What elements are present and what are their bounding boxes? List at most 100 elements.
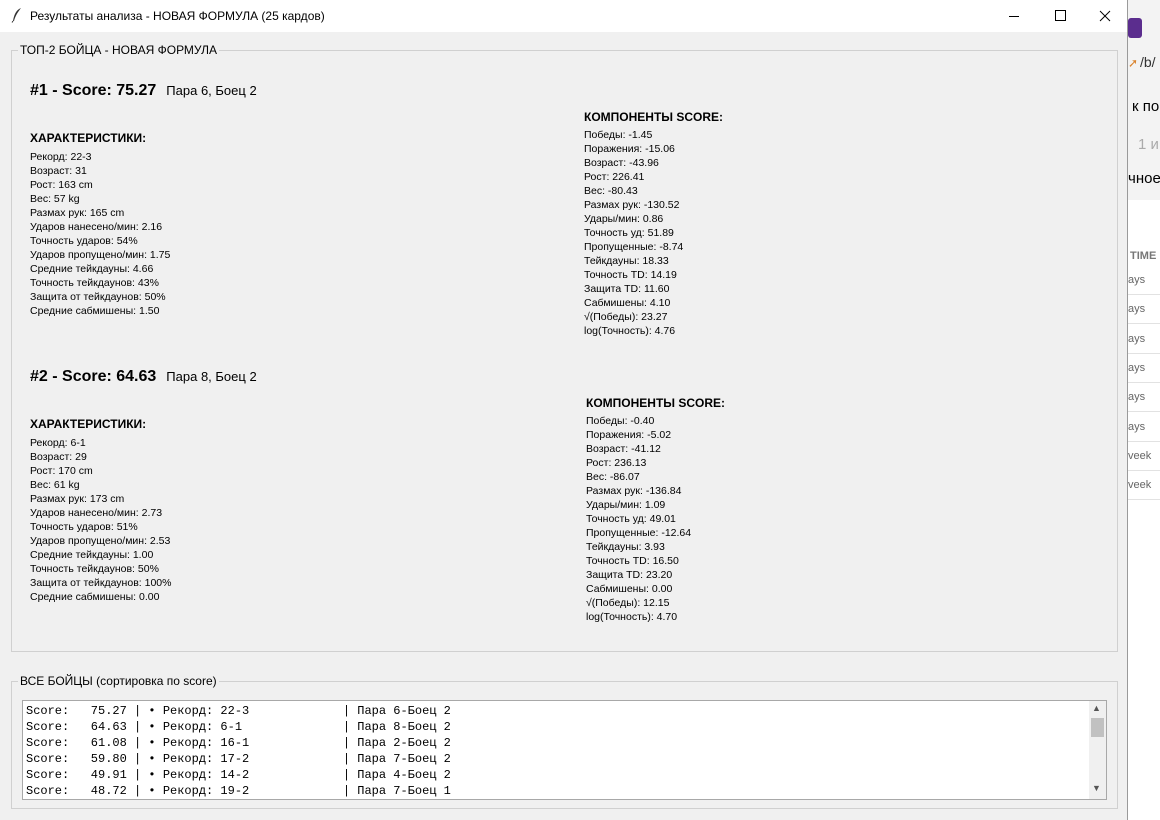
score-component-item: Защита TD: 11.60 — [584, 283, 670, 295]
fighter-1-components-list: Победы: -1.45 Поражения: -15.06 Возраст: -… — [584, 128, 683, 338]
background-table-cell: ays — [1128, 325, 1160, 354]
stat-item: Средние сабмишены: 1.50 — [30, 305, 160, 317]
scroll-down-icon[interactable]: ▼ — [1092, 783, 1101, 793]
stat-item: Точность тейкдаунов: 43% — [30, 277, 159, 289]
score-component-item: Вес: -80.43 — [584, 185, 638, 197]
stat-item: Рост: 170 cm — [30, 465, 93, 477]
extension-icon[interactable] — [1128, 18, 1142, 38]
stat-item: Вес: 61 kg — [30, 479, 80, 491]
score-component-item: Размах рук: -136.84 — [586, 485, 682, 497]
background-table-cell: ays — [1128, 266, 1160, 295]
fighter-row: Score: 75.27 | • Рекорд: 22-3 | Пара 6-Б… — [26, 704, 451, 718]
background-column-header: TIME — [1130, 250, 1157, 262]
score-component-item: Вес: -86.07 — [586, 471, 640, 483]
score-component-item: Пропущенные: -8.74 — [584, 241, 684, 253]
stat-item: Возраст: 29 — [30, 451, 87, 463]
fighter-2-components-list: Победы: -0.40 Поражения: -5.02 Возраст: -4… — [586, 414, 691, 624]
background-table-cell: ays — [1128, 354, 1160, 383]
score-component-item: Победы: -0.40 — [586, 415, 655, 427]
fighter-row: Score: 64.63 | • Рекорд: 6-1 | Пара 8-Бо… — [26, 720, 451, 734]
background-table-cell: ays — [1128, 295, 1160, 325]
stat-item: Средние тейкдауны: 1.00 — [30, 549, 154, 561]
all-fighters-textbox[interactable]: Score: 75.27 | • Рекорд: 22-3 | Пара 6-Б… — [22, 700, 1107, 800]
feather-icon — [11, 8, 21, 23]
arrow-icon: ➚ — [1128, 56, 1139, 70]
fighter-row: Score: 61.08 | • Рекорд: 16-1 | Пара 2-Б… — [26, 736, 451, 750]
vertical-scrollbar[interactable]: ▲ ▼ — [1089, 701, 1106, 799]
score-component-item: Поражения: -5.02 — [586, 429, 672, 441]
score-component-item: Сабмишены: 4.10 — [584, 297, 671, 309]
maximize-icon — [1055, 10, 1066, 21]
score-component-item: Точность TD: 16.50 — [586, 555, 679, 567]
fighter-1-stats-header: ХАРАКТЕРИСТИКИ: — [30, 131, 147, 145]
stat-item: Защита от тейкдаунов: 50% — [30, 291, 166, 303]
stat-item: Ударов пропущено/мин: 2.53 — [30, 535, 171, 547]
fighter-2-heading: #2 - Score: 64.63 Пара 8, Боец 2 — [30, 368, 257, 386]
score-component-item: Победы: -1.45 — [584, 129, 653, 141]
score-component-item: Тейкдауны: 18.33 — [584, 255, 669, 267]
fighter-1-stats-list: Рекорд: 22-3 Возраст: 31 Рост: 163 cm Вес: … — [30, 150, 170, 318]
stat-item: Точность ударов: 54% — [30, 235, 138, 247]
close-icon — [1099, 10, 1111, 22]
score-component-item: Удары/мин: 1.09 — [586, 499, 666, 511]
score-component-item: Возраст: -43.96 — [584, 157, 659, 169]
close-button[interactable] — [1082, 0, 1128, 32]
background-table-cell: veek — [1128, 471, 1160, 501]
minimize-icon — [1009, 16, 1019, 17]
scroll-up-icon[interactable]: ▲ — [1092, 703, 1101, 713]
score-component-item: Точность уд: 51.89 — [584, 227, 674, 239]
fighter-2-subtitle: Пара 8, Боец 2 — [166, 369, 257, 384]
fighter-2-title: #2 - Score: 64.63 — [30, 368, 157, 385]
score-component-item: Пропущенные: -12.64 — [586, 527, 692, 539]
score-component-item: Тейкдауны: 3.93 — [586, 541, 665, 553]
background-table-cell: ays — [1128, 413, 1160, 442]
title-bar: Результаты анализа - НОВАЯ ФОРМУЛА (25 к… — [0, 0, 1127, 32]
stat-item: Защита от тейкдаунов: 100% — [30, 577, 172, 589]
score-component-item: √(Победы): 12.15 — [586, 597, 670, 609]
results-window: Результаты анализа - НОВАЯ ФОРМУЛА (25 к… — [0, 0, 1128, 820]
fighter-2-components-header: КОМПОНЕНТЫ SCORE: — [586, 396, 726, 410]
window-title: Результаты анализа - НОВАЯ ФОРМУЛА (25 к… — [30, 9, 325, 23]
all-fighters-rows: Score: 75.27 | • Рекорд: 22-3 | Пара 6-Б… — [26, 703, 451, 799]
stat-item: Вес: 57 kg — [30, 193, 80, 205]
top-fighters-group: ТОП-2 БОЙЦА - НОВАЯ ФОРМУЛА #1 - Score: … — [11, 43, 1118, 652]
score-component-item: Рост: 226.41 — [584, 171, 645, 183]
score-component-item: log(Точность): 4.76 — [584, 325, 676, 337]
score-component-item: √(Победы): 23.27 — [584, 311, 668, 323]
fighter-row: Score: 49.91 | • Рекорд: 14-2 | Пара 4-Б… — [26, 768, 451, 782]
score-component-item: Поражения: -15.06 — [584, 143, 675, 155]
maximize-button[interactable] — [1037, 0, 1083, 32]
scroll-thumb[interactable] — [1091, 718, 1104, 737]
score-component-item: Размах рук: -130.52 — [584, 199, 680, 211]
top-fighters-legend: ТОП-2 БОЙЦА - НОВАЯ ФОРМУЛА — [18, 43, 220, 57]
fighter-2-stats-list: Рекорд: 6-1 Возраст: 29 Рост: 170 cm Вес: 6… — [30, 436, 171, 604]
background-window: ➚ /b/ к по с 1 и чное TIME aysaysaysaysa… — [1128, 0, 1160, 820]
score-component-item: Точность TD: 14.19 — [584, 269, 677, 281]
score-component-item: Сабмишены: 0.00 — [586, 583, 673, 595]
minimize-button[interactable] — [991, 0, 1037, 32]
stat-item: Размах рук: 173 cm — [30, 493, 125, 505]
stat-item: Точность ударов: 51% — [30, 521, 138, 533]
all-fighters-legend: ВСЕ БОЙЦЫ (сортировка по score) — [18, 674, 219, 688]
background-path: /b/ — [1140, 54, 1156, 70]
stat-item: Ударов нанесено/мин: 2.16 — [30, 221, 163, 233]
background-heading: к по с — [1132, 98, 1160, 115]
stat-item: Размах рук: 165 cm — [30, 207, 125, 219]
fighter-row: Score: 59.80 | • Рекорд: 17-2 | Пара 7-Б… — [26, 752, 451, 766]
fighter-1-heading: #1 - Score: 75.27 Пара 6, Боец 2 — [30, 82, 257, 100]
background-placeholder: 1 и — [1138, 136, 1159, 153]
stat-item: Рекорд: 6-1 — [30, 437, 86, 449]
fighter-row: Score: 48.72 | • Рекорд: 19-2 | Пара 7-Б… — [26, 784, 451, 798]
score-component-item: Возраст: -41.12 — [586, 443, 661, 455]
stat-item: Рекорд: 22-3 — [30, 151, 92, 163]
background-table-cell: ays — [1128, 383, 1160, 413]
score-component-item: log(Точность): 4.70 — [586, 611, 678, 623]
stat-item: Рост: 163 cm — [30, 179, 93, 191]
stat-item: Средние сабмишены: 0.00 — [30, 591, 160, 603]
fighter-1-subtitle: Пара 6, Боец 2 — [166, 83, 257, 98]
stat-item: Точность тейкдаунов: 50% — [30, 563, 159, 575]
stat-item: Возраст: 31 — [30, 165, 87, 177]
score-component-item: Удары/мин: 0.86 — [584, 213, 664, 225]
stat-item: Ударов пропущено/мин: 1.75 — [30, 249, 171, 261]
score-component-item: Точность уд: 49.01 — [586, 513, 676, 525]
